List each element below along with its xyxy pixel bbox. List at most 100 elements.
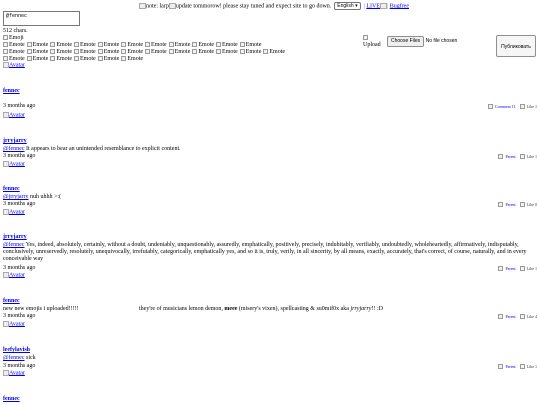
emote-button[interactable]: Emote bbox=[145, 42, 167, 49]
mention-link[interactable]: @fennec bbox=[3, 242, 25, 248]
timestamp: 3 months ago bbox=[3, 313, 36, 319]
like-button[interactable]: Like 1 bbox=[519, 153, 537, 160]
emote-button[interactable]: Emote bbox=[239, 42, 261, 49]
emote-icon bbox=[97, 49, 103, 55]
emote-icon bbox=[3, 56, 8, 62]
like-button[interactable]: Like 1 bbox=[519, 103, 537, 110]
avatar-icon bbox=[3, 272, 9, 278]
author-name[interactable]: jrryjarry bbox=[3, 138, 27, 145]
emote-icon bbox=[216, 49, 222, 55]
emote-button[interactable]: Emote bbox=[3, 49, 25, 56]
emote-icon bbox=[121, 56, 127, 62]
file-input[interactable]: Choose Files No file chosen bbox=[387, 36, 457, 47]
choose-files-button[interactable]: Choose Files bbox=[387, 36, 425, 47]
mention-link[interactable]: @jrryjarry bbox=[3, 194, 29, 200]
emote-button[interactable]: Emote bbox=[74, 56, 96, 63]
emote-icon bbox=[26, 56, 32, 62]
avatar-link[interactable]: Avatar bbox=[3, 209, 25, 216]
emote-button[interactable]: Emote bbox=[50, 42, 72, 49]
emote-icon bbox=[50, 42, 56, 48]
parent-button[interactable]: Parent bbox=[498, 313, 516, 320]
emote-button[interactable]: Emote bbox=[192, 42, 214, 49]
emote-button[interactable]: Emote bbox=[97, 49, 119, 56]
like-icon bbox=[519, 154, 525, 159]
comment-actions: Parent Like 4 bbox=[494, 313, 537, 321]
emoji-button[interactable]: Emoji bbox=[3, 35, 24, 42]
emote-button[interactable]: Emote bbox=[121, 49, 143, 56]
emote-icon bbox=[145, 42, 151, 48]
parent-button[interactable]: Parent bbox=[498, 201, 516, 208]
emote-row: Emote Emote Emote Emote Emote Emote Emote Emote… bbox=[3, 49, 363, 56]
emote-icon bbox=[145, 49, 151, 55]
emote-button[interactable]: Emote bbox=[97, 42, 119, 49]
comment-textarea[interactable]: @fennec bbox=[3, 11, 80, 26]
notice-bar: note: larp update tommorow! please stay t… bbox=[139, 2, 409, 11]
live-link[interactable]: LIVE bbox=[366, 3, 380, 9]
like-icon bbox=[519, 104, 525, 109]
avatar-link[interactable]: Avatar bbox=[3, 161, 25, 168]
mention-link[interactable]: @fennec bbox=[3, 355, 25, 361]
emote-button[interactable]: Emote bbox=[121, 42, 143, 49]
emote-icon bbox=[168, 49, 174, 55]
upload-button[interactable]: Upload bbox=[363, 35, 381, 49]
like-button[interactable]: Like 1 bbox=[519, 265, 537, 272]
avatar-icon bbox=[3, 370, 9, 376]
author-name[interactable]: fennec bbox=[3, 396, 20, 403]
emote-button[interactable]: Emote bbox=[216, 42, 238, 49]
timestamp: 3 months ago bbox=[3, 153, 36, 159]
like-button[interactable]: Like 0 bbox=[519, 201, 537, 208]
emote-button[interactable]: Emote bbox=[145, 49, 167, 56]
emote-button[interactable]: Emote bbox=[26, 49, 48, 56]
bugfree-link[interactable]: Bugfree bbox=[390, 3, 409, 9]
emote-icon bbox=[3, 49, 8, 55]
avatar-icon bbox=[3, 209, 9, 215]
author-name[interactable]: fennec bbox=[3, 186, 20, 193]
emote-row: Emote Emote Emote Emote Emote Emote bbox=[3, 56, 363, 63]
parent-button[interactable]: Parent bbox=[498, 153, 516, 160]
comment-count-button[interactable]: Comment 11 bbox=[488, 103, 516, 110]
emote-button[interactable]: Emote bbox=[121, 56, 143, 63]
notice-img-alt-2: update tommorow! please stay tuned and e… bbox=[175, 3, 332, 10]
emote-button[interactable]: Emote bbox=[239, 49, 261, 56]
emote-button[interactable]: Emote bbox=[74, 42, 96, 49]
comment-actions: Comment 11 Like 1 bbox=[484, 103, 537, 111]
like-button[interactable]: Like 1 bbox=[519, 363, 537, 370]
author-name[interactable]: fennec bbox=[3, 298, 20, 305]
emote-icon bbox=[50, 56, 56, 62]
emote-button[interactable]: Emote bbox=[50, 49, 72, 56]
emote-button[interactable]: Emote bbox=[192, 49, 214, 56]
emote-button[interactable]: Emote bbox=[3, 42, 25, 49]
emote-button[interactable]: Emote bbox=[216, 49, 238, 56]
emote-icon bbox=[74, 56, 80, 62]
author-name[interactable]: fennec bbox=[3, 88, 20, 95]
emote-button[interactable]: Emote bbox=[26, 56, 48, 63]
emote-button[interactable]: Emote bbox=[50, 56, 72, 63]
mention-link[interactable]: @fennec bbox=[3, 146, 25, 152]
emote-button[interactable]: Emote bbox=[97, 56, 119, 63]
emote-button[interactable]: Emote bbox=[74, 49, 96, 56]
avatar-link[interactable]: Avatar bbox=[3, 370, 25, 377]
emote-button[interactable]: Emote bbox=[168, 49, 190, 56]
publish-button[interactable]: Публиковать bbox=[496, 35, 536, 57]
parent-button[interactable]: Parent bbox=[498, 265, 516, 272]
emote-icon bbox=[3, 42, 8, 48]
emote-button[interactable]: Emote bbox=[263, 49, 285, 56]
author-name[interactable]: leefylavish bbox=[3, 347, 30, 354]
author-name[interactable]: jrryjarry bbox=[3, 234, 27, 241]
parent-button[interactable]: Parent bbox=[498, 363, 516, 370]
comment-actions: Parent Like 1 bbox=[494, 363, 537, 371]
like-icon bbox=[519, 314, 525, 319]
emote-icon bbox=[168, 42, 174, 48]
no-file-label: No file chosen bbox=[425, 38, 458, 44]
avatar-link[interactable]: Avatar bbox=[3, 62, 25, 69]
like-button[interactable]: Like 4 bbox=[519, 313, 537, 320]
parent-icon bbox=[498, 364, 504, 369]
live-image-icon bbox=[379, 3, 387, 9]
avatar-link[interactable]: Avatar bbox=[3, 272, 25, 279]
notice-image-icon bbox=[139, 3, 146, 9]
emote-button[interactable]: Emote bbox=[26, 42, 48, 49]
avatar-link[interactable]: Avatar bbox=[3, 321, 25, 328]
language-select[interactable]: English ▾ bbox=[334, 2, 361, 11]
avatar-link[interactable]: Avatar bbox=[3, 112, 25, 119]
emote-button[interactable]: Emote bbox=[168, 42, 190, 49]
